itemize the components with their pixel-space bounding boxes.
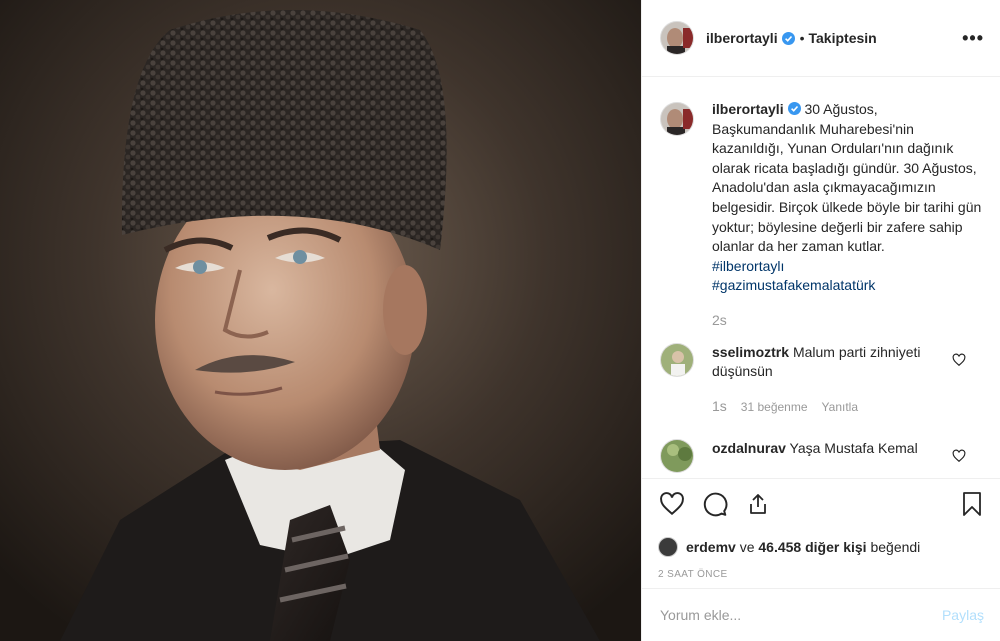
comment-body: ozdalnurav Yaşa Mustafa Kemal — [712, 439, 952, 473]
comment-input[interactable] — [660, 607, 942, 623]
likes-summary: erdemv ve 46.458 diğer kişi beğendi — [658, 537, 986, 557]
comment-text: Yaşa Mustafa Kemal — [789, 440, 918, 457]
author-avatar[interactable] — [660, 21, 694, 55]
add-comment-bar: Paylaş — [642, 588, 1000, 641]
comment-body: sselimoztrk Malum parti zihniyeti düşüns… — [712, 343, 952, 418]
caption-text: 30 Ağustos, Başkumandanlık Muharebesi'ni… — [712, 101, 982, 255]
reply-button[interactable]: Yanıtla — [822, 398, 858, 418]
avatar-image — [661, 440, 693, 473]
separator-dot: • — [799, 30, 805, 46]
caption-username[interactable]: ilberortayli — [712, 101, 784, 117]
post-header: ilberortayli • Takiptesin ••• — [642, 0, 1000, 77]
comment-item: sselimoztrk Malum parti zihniyeti düşüns… — [660, 342, 984, 418]
comments-list[interactable]: ilberortayli 30 Ağustos, Başkumandanlık … — [642, 78, 1000, 478]
more-options-icon[interactable]: ••• — [962, 28, 984, 49]
avatar-image — [661, 343, 693, 376]
like-comment-heart-icon[interactable] — [952, 449, 966, 463]
avatar-image — [661, 103, 693, 135]
hashtag-link[interactable]: #ilberortaylı — [712, 257, 982, 277]
like-comment-heart-icon[interactable] — [952, 353, 966, 367]
post-actions: erdemv ve 46.458 diğer kişi beğendi 2 SA… — [642, 478, 1000, 580]
bookmark-icon[interactable] — [958, 490, 986, 518]
commenter-avatar[interactable] — [660, 439, 694, 474]
comment-username[interactable]: ozdalnurav — [712, 440, 786, 456]
comment-item: ozdalnurav Yaşa Mustafa Kemal — [660, 439, 984, 474]
liker-username[interactable]: erdemv — [686, 539, 736, 555]
comment-username[interactable]: sselimoztrk — [712, 344, 789, 360]
author-username[interactable]: ilberortayli — [706, 30, 778, 46]
comment-bubble-icon[interactable] — [701, 490, 729, 518]
like-heart-icon[interactable] — [658, 490, 686, 518]
likes-count-link[interactable]: 46.458 diğer kişi — [758, 539, 866, 555]
post-caption: ilberortayli 30 Ağustos, Başkumandanlık … — [660, 78, 984, 331]
caption-timestamp[interactable]: 2s — [712, 311, 982, 331]
post-photo[interactable] — [0, 0, 641, 641]
likes-connector: ve — [735, 539, 759, 555]
verified-badge-icon — [787, 102, 801, 115]
hashtag-link[interactable]: #gazimustafakemalatatürk — [712, 276, 982, 296]
post-timestamp[interactable]: 2 SAAT ÖNCE — [658, 569, 986, 580]
portrait-image — [0, 0, 641, 641]
commenter-avatar[interactable] — [660, 342, 694, 377]
comment-meta: 1s 31 beğenme Yanıtla — [712, 397, 952, 418]
comment-like-count[interactable]: 31 beğenme — [741, 398, 808, 418]
comment-timestamp[interactable]: 1s — [712, 397, 727, 417]
caption-author-avatar[interactable] — [660, 102, 694, 136]
action-icons-row — [658, 489, 986, 519]
post-comment-button[interactable]: Paylaş — [942, 607, 984, 623]
caption-body: ilberortayli 30 Ağustos, Başkumandanlık … — [712, 100, 982, 331]
avatar-image — [661, 22, 693, 54]
likes-suffix: beğendi — [866, 539, 921, 555]
post-side-panel: ilberortayli • Takiptesin ••• ilberortay… — [641, 0, 1000, 641]
share-icon[interactable] — [744, 490, 772, 518]
liker-avatar[interactable] — [658, 537, 678, 557]
following-status-button[interactable]: Takiptesin — [809, 30, 877, 46]
verified-badge-icon — [781, 31, 795, 45]
